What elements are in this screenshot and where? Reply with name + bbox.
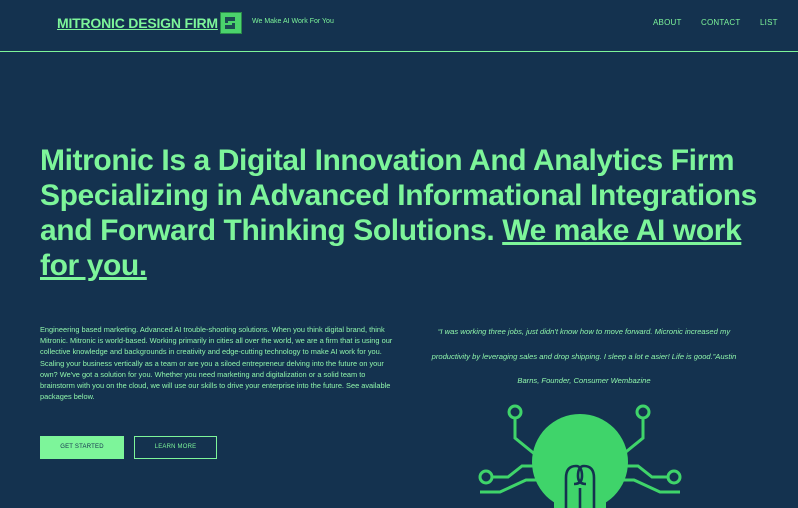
site-header: MITRONIC DESIGN FIRM We Make AI Work For… <box>0 0 798 52</box>
nav-about-link[interactable]: ABOUT <box>653 18 682 27</box>
header-tagline: We Make AI Work For You <box>252 18 334 25</box>
brand-link[interactable]: MITRONIC DESIGN FIRM <box>57 15 218 31</box>
learn-more-button[interactable]: LEARN MORE <box>134 436 217 459</box>
mitronic-logo-icon <box>220 12 242 34</box>
nav-list-link[interactable]: LIST <box>760 18 778 27</box>
testimonial-quote: “I was working three jobs, just didn't k… <box>431 327 737 385</box>
nav-contact-link[interactable]: CONTACT <box>701 18 740 27</box>
hero-headline: Mitronic Is a Digital Innovation And Ana… <box>40 143 780 283</box>
get-started-button[interactable]: GET STARTED <box>40 436 124 459</box>
circuit-lightbulb-icon <box>478 404 682 508</box>
intro-paragraph: Engineering based marketing. Advanced AI… <box>40 325 393 402</box>
